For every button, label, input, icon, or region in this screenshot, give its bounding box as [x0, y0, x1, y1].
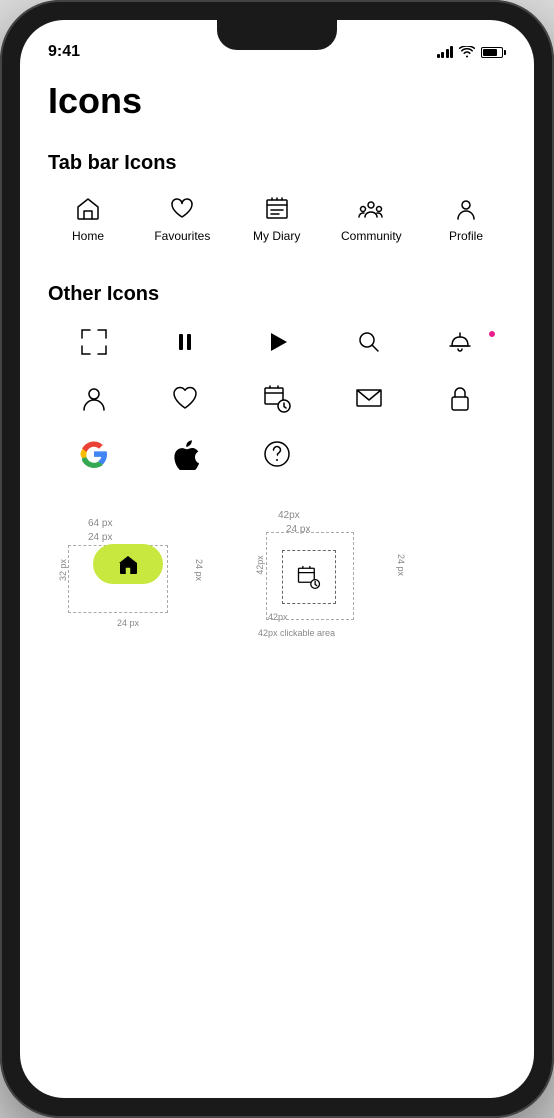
user-icon	[78, 382, 110, 414]
diagram-section: 64 px 24 px 32 px 24 px 24 px	[48, 500, 506, 650]
expand-icon-item	[48, 326, 140, 358]
community-icon	[357, 195, 385, 223]
heart-outline-icon-item	[140, 382, 232, 414]
user-icon-item	[48, 382, 140, 414]
tab-item-favourites[interactable]: Favourites	[152, 195, 212, 243]
profile-icon	[452, 195, 480, 223]
pause-icon-item	[140, 326, 232, 358]
diag-left-left: 32 px	[58, 559, 68, 581]
play-icon-item	[231, 326, 323, 358]
diag-right-caption: 42px clickable area	[258, 628, 335, 638]
diagram-left: 64 px 24 px 32 px 24 px 24 px	[48, 510, 208, 630]
calendar-clock-icon-item	[231, 382, 323, 414]
help-icon-item	[231, 438, 323, 470]
expand-icon	[78, 326, 110, 358]
lock-icon-item	[414, 382, 506, 414]
tab-item-home[interactable]: Home	[58, 195, 118, 243]
diag-left-top2: 24 px	[88, 532, 112, 543]
diag-left-bottom: 24 px	[117, 618, 139, 628]
diagram-right: 42px 24 px 42px 24 px 42px	[248, 510, 408, 640]
content-area: Icons Tab bar Icons Home	[20, 70, 534, 1098]
battery-icon	[481, 47, 506, 58]
diag-left-right: 24 px	[194, 559, 204, 581]
diag-right-left: 42px	[255, 555, 265, 575]
bell-icon-item	[414, 326, 506, 358]
tab-item-mydiary[interactable]: My Diary	[247, 195, 307, 243]
lock-icon	[444, 382, 476, 414]
tab-label-profile: Profile	[449, 229, 483, 243]
heart-icon	[168, 195, 196, 223]
apple-icon-item	[140, 438, 232, 470]
tab-label-home: Home	[72, 229, 104, 243]
calendar-clock-icon	[261, 382, 293, 414]
phone-frame: 9:41	[0, 0, 554, 1118]
bell-icon	[444, 326, 476, 358]
other-section-title: Other Icons	[48, 283, 506, 306]
heart-outline-icon	[169, 382, 201, 414]
wifi-icon	[459, 46, 475, 58]
tab-label-mydiary: My Diary	[253, 229, 300, 243]
mail-icon	[353, 382, 385, 414]
signal-bars-icon	[437, 46, 454, 58]
play-icon	[261, 326, 293, 358]
diag-left-top1: 64 px	[88, 518, 112, 529]
home-icon	[74, 195, 102, 223]
tab-item-community[interactable]: Community	[341, 195, 402, 243]
tab-section-title: Tab bar Icons	[48, 152, 506, 175]
notch	[217, 20, 337, 50]
other-icons-grid	[48, 326, 506, 470]
screen: 9:41	[20, 20, 534, 1098]
diag-right-right: 24 px	[396, 554, 406, 576]
page-title: Icons	[48, 80, 506, 122]
tab-label-favourites: Favourites	[154, 229, 210, 243]
search-icon	[353, 326, 385, 358]
mail-icon-item	[323, 382, 415, 414]
google-icon-item	[48, 438, 140, 470]
status-icons	[437, 46, 507, 58]
tab-item-profile[interactable]: Profile	[436, 195, 496, 243]
diag-right-top: 42px	[278, 510, 300, 521]
help-icon	[261, 438, 293, 470]
apple-icon	[169, 438, 201, 470]
tab-label-community: Community	[341, 229, 402, 243]
diary-icon	[263, 195, 291, 223]
pause-icon	[169, 326, 201, 358]
status-time: 9:41	[48, 43, 80, 61]
tab-bar-icons: Home Favourites	[48, 195, 506, 243]
google-icon	[78, 438, 110, 470]
search-icon-item	[323, 326, 415, 358]
